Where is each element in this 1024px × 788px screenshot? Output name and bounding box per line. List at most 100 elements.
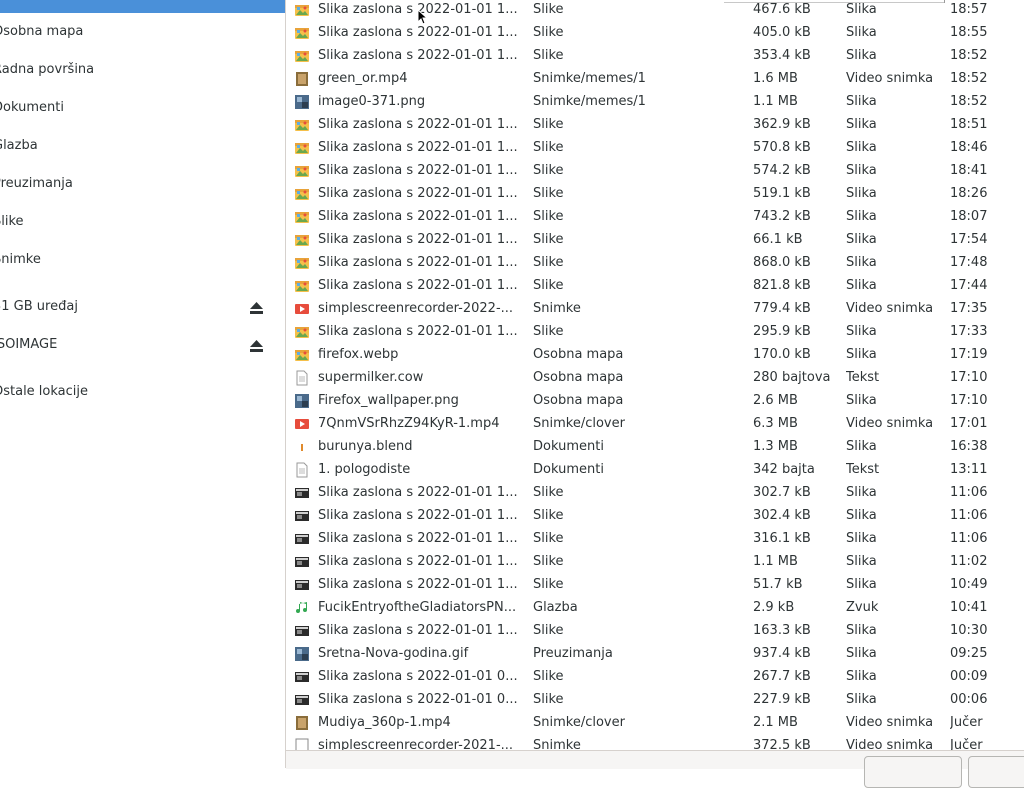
- file-row[interactable]: Slika zaslona s 2022-01-01 1... Slike 302.…: [286, 483, 1024, 506]
- video-red-icon: [294, 301, 310, 317]
- screenshot-thumb-icon: [294, 623, 310, 639]
- screenshot-thumb-icon: [294, 531, 310, 547]
- file-row[interactable]: Slika zaslona s 2022-01-01 1... Slike 302.…: [286, 506, 1024, 529]
- file-row[interactable]: simplescreenrecorder-2022-... Snimke 779.4…: [286, 299, 1024, 322]
- file-type: Slika: [846, 94, 877, 109]
- blend-icon: [294, 439, 310, 455]
- file-location: Slike: [533, 25, 564, 40]
- selected-place-highlight[interactable]: [0, 0, 285, 13]
- file-type: Slika: [846, 669, 877, 684]
- file-location: Slike: [533, 2, 564, 17]
- sidebar-item-label: 31 GB uređaj: [0, 299, 78, 314]
- screenshot-thumb-icon: [294, 485, 310, 501]
- sidebar-item-snimke[interactable]: Snimke: [0, 248, 285, 272]
- image-icon: [294, 140, 310, 156]
- file-row[interactable]: supermilker.cow Osobna mapa 280 bajtova Tek…: [286, 368, 1024, 391]
- text-file-icon: [294, 370, 310, 386]
- file-row[interactable]: Slika zaslona s 2022-01-01 1... Slike 353.…: [286, 46, 1024, 69]
- file-row[interactable]: burunya.blend Dokumenti 1.3 MB Slika 16:38: [286, 437, 1024, 460]
- file-row[interactable]: Slika zaslona s 2022-01-01 1... Slike 51.7…: [286, 575, 1024, 598]
- file-size: 779.4 kB: [753, 301, 811, 316]
- file-size: 868.0 kB: [753, 255, 811, 270]
- file-location: Snimke: [533, 738, 581, 750]
- file-row[interactable]: green_or.mp4 Snimke/memes/1 1.6 MB Video sn…: [286, 69, 1024, 92]
- file-location: Osobna mapa: [533, 370, 624, 385]
- file-location: Slike: [533, 692, 564, 707]
- file-row[interactable]: firefox.webp Osobna mapa 170.0 kB Slika 17:1…: [286, 345, 1024, 368]
- sidebar-item-osobna-mapa[interactable]: Osobna mapa: [0, 20, 285, 44]
- file-type: Slika: [846, 232, 877, 247]
- file-row[interactable]: Slika zaslona s 2022-01-01 1... Slike 362.…: [286, 115, 1024, 138]
- file-location: Snimke/clover: [533, 416, 625, 431]
- file-size: 66.1 kB: [753, 232, 803, 247]
- file-row[interactable]: Slika zaslona s 2022-01-01 1... Slike 163.…: [286, 621, 1024, 644]
- sidebar-item-dokumenti[interactable]: Dokumenti: [0, 96, 285, 120]
- file-modified: 17:01: [950, 416, 988, 431]
- sidebar-item-ostale-lokacije[interactable]: Ostale lokacije: [0, 380, 285, 404]
- file-modified: 00:09: [950, 669, 988, 684]
- file-location: Dokumenti: [533, 439, 604, 454]
- file-row[interactable]: Slika zaslona s 2022-01-01 1... Slike 574.…: [286, 161, 1024, 184]
- file-row[interactable]: image0-371.png Snimke/memes/1 1.1 MB Slika 1…: [286, 92, 1024, 115]
- file-name: Slika zaslona s 2022-01-01 1...: [318, 324, 518, 339]
- file-row[interactable]: Firefox_wallpaper.png Osobna mapa 2.6 MB Sl…: [286, 391, 1024, 414]
- file-size: 405.0 kB: [753, 25, 811, 40]
- cancel-button[interactable]: [864, 756, 962, 788]
- file-location: Snimke/clover: [533, 715, 625, 730]
- file-row[interactable]: Slika zaslona s 2022-01-01 1... Slike 519.…: [286, 184, 1024, 207]
- file-location: Slike: [533, 669, 564, 684]
- file-row[interactable]: Slika zaslona s 2022-01-01 1... Slike 295.…: [286, 322, 1024, 345]
- file-location: Snimke/memes/1: [533, 71, 646, 86]
- file-row[interactable]: Slika zaslona s 2022-01-01 1... Slike 66.1…: [286, 230, 1024, 253]
- file-row[interactable]: Slika zaslona s 2022-01-01 0... Slike 267.…: [286, 667, 1024, 690]
- file-row[interactable]: simplescreenrecorder-2021-... Snimke 372.5…: [286, 736, 1024, 750]
- file-location: Slike: [533, 209, 564, 224]
- file-name: Slika zaslona s 2022-01-01 1...: [318, 140, 518, 155]
- file-row[interactable]: Slika zaslona s 2022-01-01 0... Slike 227.…: [286, 690, 1024, 713]
- file-size: 937.4 kB: [753, 646, 811, 661]
- file-row[interactable]: Mudiya_360p-1.mp4 Snimke/clover 2.1 MB Vide…: [286, 713, 1024, 736]
- file-row[interactable]: Slika zaslona s 2022-01-01 1... Slike 467.…: [286, 0, 1024, 23]
- image-icon: [294, 255, 310, 271]
- sidebar-item-31-gb-ure-aj[interactable]: 31 GB uređaj: [0, 295, 285, 319]
- file-row[interactable]: 7QnmVSrRhzZ94KyR-1.mp4 Snimke/clover 6.3 M…: [286, 414, 1024, 437]
- file-type: Slika: [846, 186, 877, 201]
- sidebar-item-isoimage[interactable]: ISOIMAGE: [0, 333, 285, 357]
- text-file-icon: [294, 462, 310, 478]
- image-icon: [294, 347, 310, 363]
- file-row[interactable]: 1. pologodiste Dokumenti 342 bajta Tekst 13:…: [286, 460, 1024, 483]
- file-modified: 18:57: [950, 2, 988, 17]
- file-row[interactable]: Slika zaslona s 2022-01-01 1... Slike 316.…: [286, 529, 1024, 552]
- image-icon: [294, 2, 310, 18]
- file-name: Slika zaslona s 2022-01-01 1...: [318, 278, 518, 293]
- sidebar-item-glazba[interactable]: Glazba: [0, 134, 285, 158]
- sidebar-item-preuzimanja[interactable]: Preuzimanja: [0, 172, 285, 196]
- file-row[interactable]: Slika zaslona s 2022-01-01 1... Slike 821.…: [286, 276, 1024, 299]
- file-row[interactable]: FucikEntryoftheGladiatorsPN... Glazba 2.9 …: [286, 598, 1024, 621]
- sidebar-item-slike[interactable]: Slike: [0, 210, 285, 234]
- image-icon: [294, 163, 310, 179]
- file-row[interactable]: Slika zaslona s 2022-01-01 1... Slike 405.…: [286, 23, 1024, 46]
- sidebar-item-label: Dokumenti: [0, 100, 64, 115]
- file-name: firefox.webp: [318, 347, 399, 362]
- file-modified: 18:52: [950, 94, 988, 109]
- file-row[interactable]: Sretna-Nova-godina.gif Preuzimanja 937.4 k…: [286, 644, 1024, 667]
- sidebar-item-label: Ostale lokacije: [0, 384, 89, 399]
- file-name: Sretna-Nova-godina.gif: [318, 646, 469, 661]
- file-row[interactable]: Slika zaslona s 2022-01-01 1... Slike 743.…: [286, 207, 1024, 230]
- file-row[interactable]: Slika zaslona s 2022-01-01 1... Slike 1.1 …: [286, 552, 1024, 575]
- eject-icon[interactable]: [249, 338, 264, 352]
- recent-files-list: Slika zaslona s 2022-01-01 1... Slike 467.…: [286, 0, 1024, 750]
- file-modified: 09:25: [950, 646, 988, 661]
- file-size: 51.7 kB: [753, 577, 803, 592]
- file-location: Slike: [533, 48, 564, 63]
- file-row[interactable]: Slika zaslona s 2022-01-01 1... Slike 570.…: [286, 138, 1024, 161]
- open-button[interactable]: [968, 756, 1024, 788]
- file-row[interactable]: Slika zaslona s 2022-01-01 1... Slike 868.…: [286, 253, 1024, 276]
- image-icon: [294, 209, 310, 225]
- music-note-icon: [294, 600, 310, 616]
- image-thumb-icon: [294, 94, 310, 110]
- eject-icon[interactable]: [249, 300, 264, 314]
- sidebar-item-radna-povr-ina[interactable]: Radna površina: [0, 58, 285, 82]
- file-location: Snimke: [533, 301, 581, 316]
